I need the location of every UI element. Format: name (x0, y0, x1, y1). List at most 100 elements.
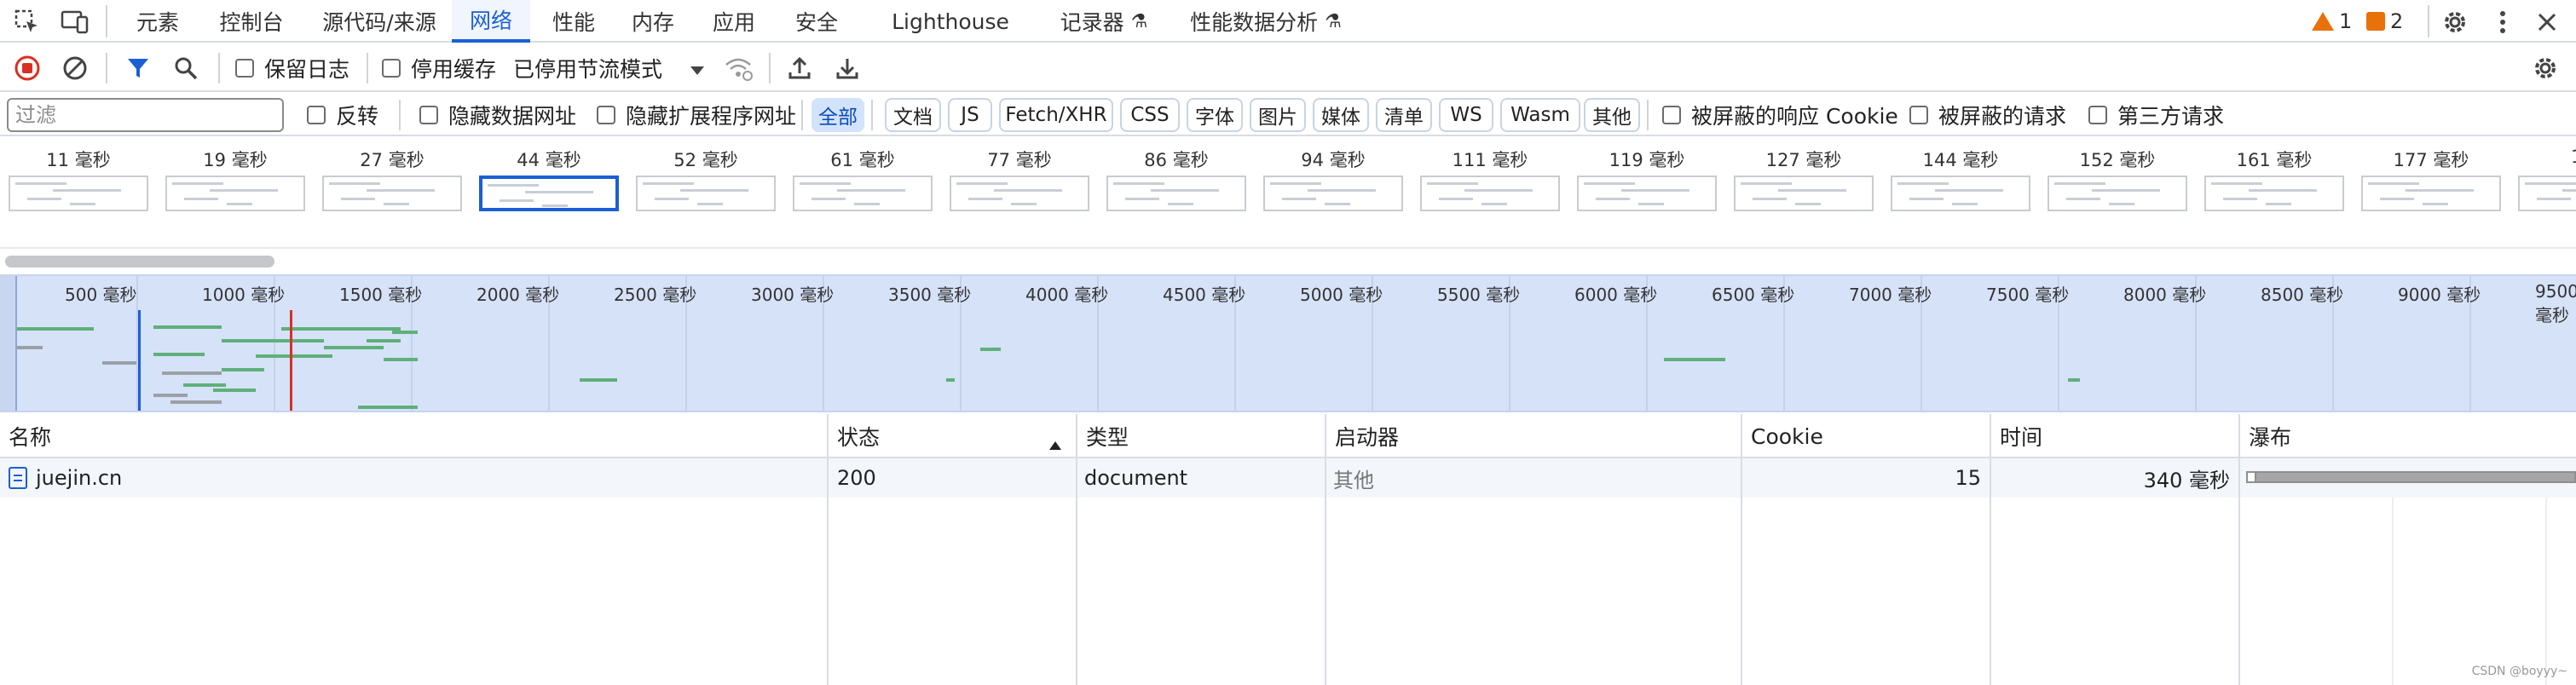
checkbox-box[interactable] (419, 106, 438, 124)
checkbox-box[interactable] (1909, 106, 1928, 124)
screenshot-thumbnail[interactable]: 77 毫秒 (950, 147, 1089, 211)
issues-counter[interactable]: 2 (2366, 7, 2403, 36)
request-type: document (1084, 466, 1188, 490)
screenshot-thumbnail[interactable]: 177 毫秒 (2361, 147, 2501, 211)
type-filter-fetch-xhr[interactable]: Fetch/XHR (999, 98, 1113, 132)
screenshot-thumbnail[interactable]: 144 毫秒 (1891, 147, 2030, 211)
warnings-counter[interactable]: 1 (2312, 7, 2352, 36)
tab-elements[interactable]: 元素 (119, 0, 196, 43)
filmstrip-scrollbar[interactable] (5, 256, 274, 268)
type-filter-img[interactable]: 图片 (1250, 98, 1306, 132)
waterfall-bar[interactable] (2246, 471, 2576, 483)
type-filter-other[interactable]: 其他 (1584, 98, 1640, 132)
preserve-log-checkbox[interactable]: 保留日志 (235, 53, 349, 83)
export-har-download-icon[interactable] (830, 51, 864, 85)
network-overview-timeline[interactable]: 500 毫秒 1000 毫秒 1500 毫秒 2000 毫秒 2500 毫秒 3000 毫… (0, 274, 2576, 412)
screenshot-time: 144 毫秒 (1922, 150, 1999, 170)
screenshot-image (2204, 176, 2344, 211)
checkbox-box[interactable] (235, 59, 254, 78)
overview-request-bar (162, 371, 222, 375)
import-har-upload-icon[interactable] (783, 51, 817, 85)
third-party-requests-label: 第三方请求 (2117, 104, 2225, 129)
overview-left-handle[interactable] (0, 276, 17, 411)
hide-extension-urls-checkbox[interactable]: 隐藏扩展程序网址 (597, 100, 796, 130)
screenshot-thumbnail[interactable]: 61 毫秒 (793, 147, 933, 211)
column-header-name[interactable]: 名称 (0, 414, 827, 458)
hide-data-urls-checkbox[interactable]: 隐藏数据网址 (419, 100, 576, 130)
screenshot-thumbnail[interactable]: 186 (2518, 147, 2576, 211)
type-filter-wasm[interactable]: Wasm (1500, 98, 1580, 132)
screenshot-thumbnail[interactable]: 27 毫秒 (322, 147, 462, 211)
filter-icon[interactable] (121, 51, 155, 85)
column-header-initiator[interactable]: 启动器 (1326, 414, 1741, 458)
tab-performance[interactable]: 性能 (539, 0, 609, 43)
screenshot-thumbnail[interactable]: 111 毫秒 (1420, 147, 1560, 211)
checkbox-box[interactable] (382, 59, 401, 78)
overview-request-bar (17, 327, 94, 331)
overview-tick-label: 4500 毫秒 (1163, 285, 1246, 305)
disable-cache-checkbox[interactable]: 停用缓存 (382, 53, 496, 83)
screenshot-image (165, 176, 305, 211)
screenshot-image (1106, 176, 1246, 211)
filter-input[interactable] (7, 98, 284, 132)
checkbox-box[interactable] (597, 106, 615, 124)
type-filter-ws[interactable]: WS (1439, 98, 1493, 132)
disable-cache-label: 停用缓存 (411, 57, 497, 82)
blocked-response-cookies-checkbox[interactable]: 被屏蔽的响应 Cookie (1662, 100, 1898, 130)
close-devtools-icon[interactable] (2530, 5, 2564, 39)
checkbox-box[interactable] (307, 106, 326, 124)
screenshot-thumbnail[interactable]: 161 毫秒 (2204, 147, 2344, 211)
invert-checkbox[interactable]: 反转 (307, 100, 378, 130)
type-filter-media[interactable]: 媒体 (1313, 98, 1369, 132)
more-options-icon[interactable] (2486, 5, 2520, 39)
screenshot-thumbnail[interactable]: 52 毫秒 (636, 147, 776, 211)
column-header-cookie[interactable]: Cookie (1742, 414, 1990, 458)
tab-lighthouse[interactable]: Lighthouse (887, 0, 1014, 43)
tab-performance-insights[interactable]: 性能数据分析 ⚗ (1181, 0, 1351, 43)
column-header-status[interactable]: 状态 (829, 414, 1076, 458)
type-filter-js[interactable]: JS (948, 98, 992, 132)
search-icon[interactable] (169, 51, 203, 85)
checkbox-box[interactable] (2088, 106, 2107, 124)
throttling-select[interactable]: 已停用节流模式 (513, 53, 705, 83)
screenshot-thumbnail[interactable]: 86 毫秒 (1106, 147, 1246, 211)
table-row[interactable]: juejin.cn 200 document 其他 15 340 毫秒 (0, 458, 2576, 498)
type-filter-font[interactable]: 字体 (1187, 98, 1243, 132)
screenshot-thumbnail[interactable]: 152 毫秒 (2048, 147, 2187, 211)
clear-button[interactable] (58, 51, 92, 85)
screenshot-thumbnail[interactable]: 19 毫秒 (165, 147, 305, 211)
type-filter-manifest[interactable]: 清单 (1376, 98, 1432, 132)
settings-gear-icon[interactable] (2438, 5, 2472, 39)
request-name-cell[interactable]: juejin.cn (9, 458, 818, 498)
tab-application[interactable]: 应用 (699, 0, 769, 43)
screenshot-thumbnail[interactable]: 11 毫秒 (9, 147, 148, 211)
third-party-requests-checkbox[interactable]: 第三方请求 (2088, 100, 2224, 130)
screenshot-thumbnail[interactable]: 127 毫秒 (1734, 147, 1874, 211)
network-conditions-wifi-icon[interactable] (721, 51, 755, 85)
stop-recording-button[interactable] (10, 51, 44, 85)
screenshot-image (2048, 176, 2187, 211)
device-toolbar-icon[interactable] (58, 5, 92, 39)
type-filter-css[interactable]: CSS (1120, 98, 1180, 132)
type-filter-doc[interactable]: 文档 (885, 98, 941, 132)
screenshot-thumbnail[interactable]: 119 毫秒 (1577, 147, 1717, 211)
screenshot-image (322, 176, 462, 211)
tab-security[interactable]: 安全 (782, 0, 852, 43)
tab-memory[interactable]: 内存 (618, 0, 688, 43)
checkbox-box[interactable] (1662, 106, 1681, 124)
column-header-waterfall[interactable]: 瀑布 (2240, 414, 2576, 458)
column-header-type[interactable]: 类型 (1077, 414, 1325, 458)
type-filter-all[interactable]: 全部 (811, 98, 864, 132)
network-settings-gear-icon[interactable] (2528, 51, 2562, 85)
request-cookie-count: 15 (1955, 466, 1981, 490)
screenshot-thumbnail[interactable]: 44 毫秒 (479, 147, 619, 211)
tab-sources[interactable]: 源代码/来源 (311, 0, 448, 43)
tab-network[interactable]: 网络 (452, 0, 530, 43)
blocked-requests-checkbox[interactable]: 被屏蔽的请求 (1909, 100, 2066, 130)
column-header-time[interactable]: 时间 (1991, 414, 2238, 458)
tab-recorder[interactable]: 记录器 ⚗ (1031, 0, 1176, 43)
overview-tick-label: 6500 毫秒 (1712, 285, 1795, 305)
tab-console[interactable]: 控制台 (205, 0, 298, 43)
inspect-element-icon[interactable] (10, 5, 44, 39)
screenshot-thumbnail[interactable]: 94 毫秒 (1263, 147, 1403, 211)
